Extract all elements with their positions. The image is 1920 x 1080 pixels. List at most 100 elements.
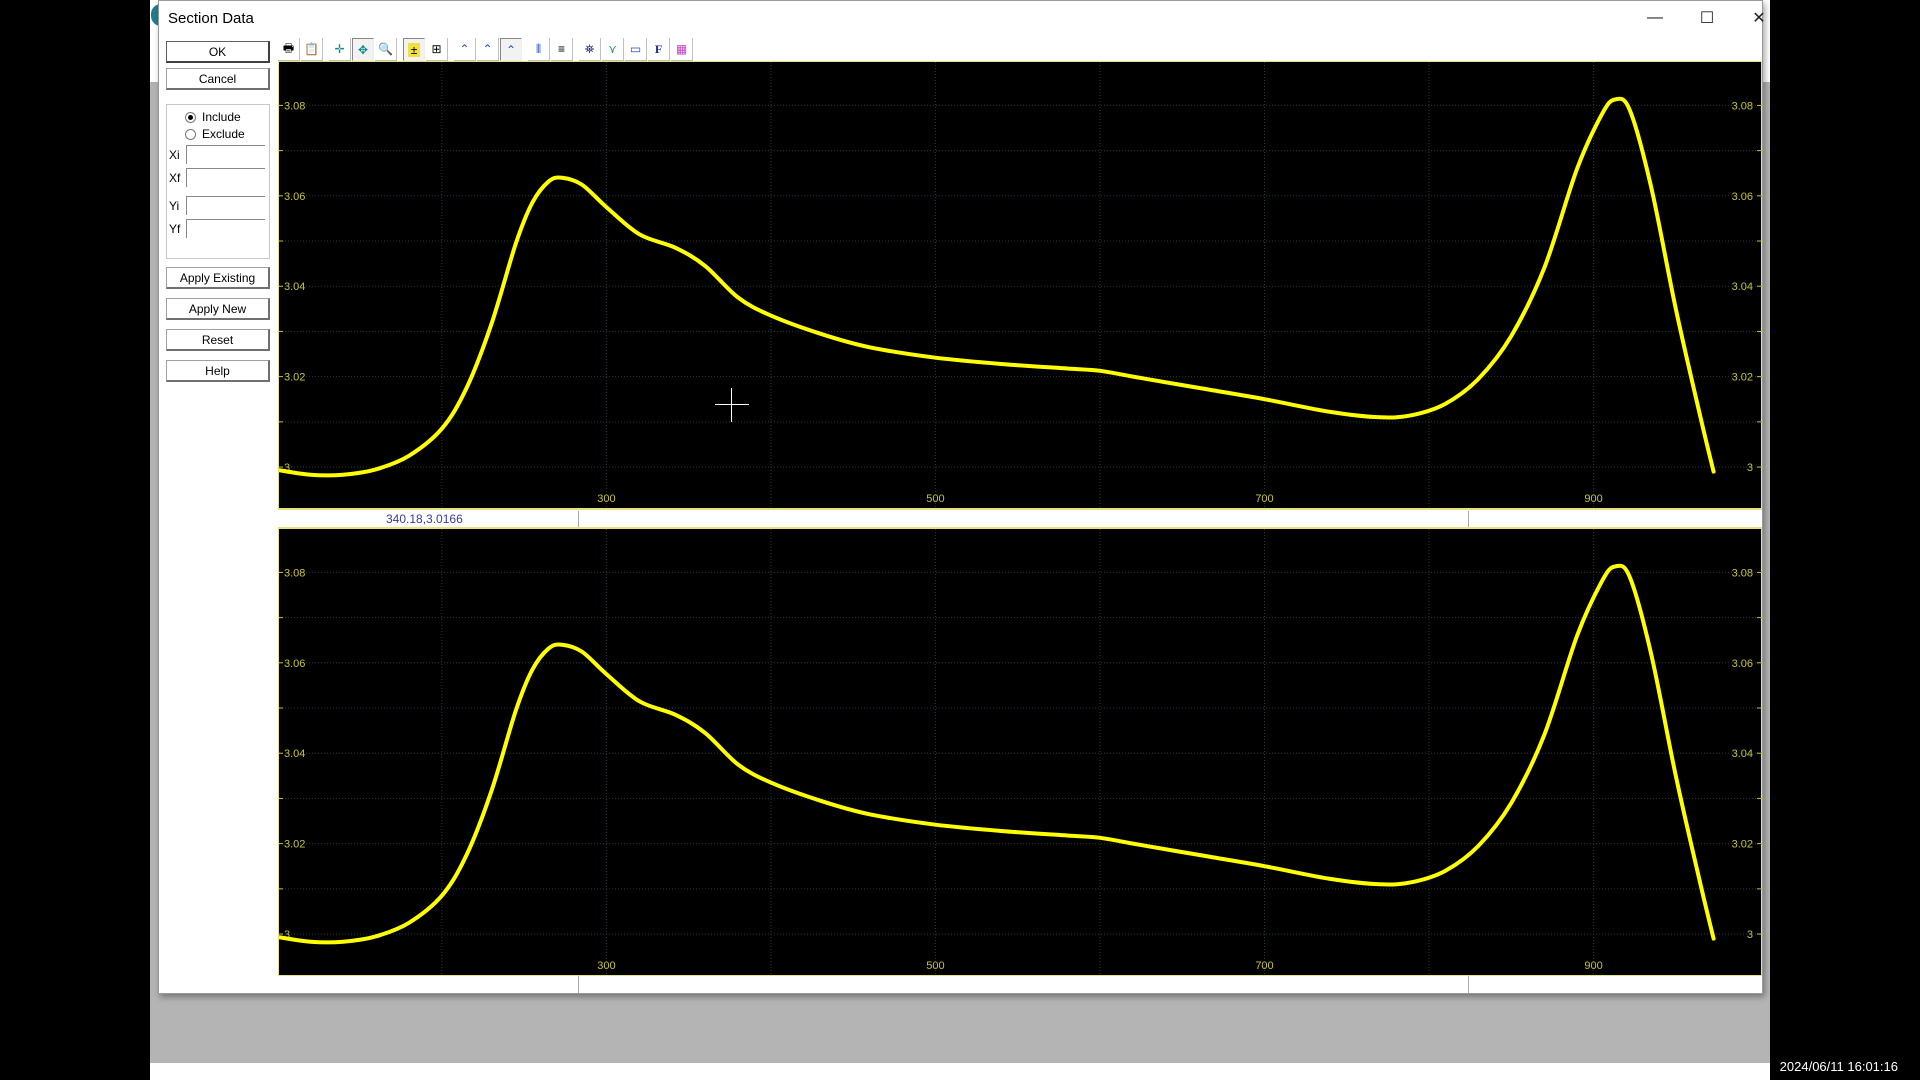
y-tick-label-right: 3.02 (1732, 372, 1753, 384)
clipboard-icon: 📋 (304, 42, 319, 56)
yi-label: Yi (169, 198, 180, 213)
yf-input[interactable] (186, 219, 265, 238)
pan-icon: ✥ (357, 42, 369, 57)
exclude-label: Exclude (202, 127, 245, 141)
x-tick-label: 700 (1255, 493, 1273, 505)
y-tick-label-right: 3 (1747, 462, 1753, 474)
y-tick-label-left: 3.08 (284, 100, 305, 112)
peak-2-button[interactable]: ⌃ (477, 38, 499, 61)
y-tick-label-right: 3.02 (1732, 839, 1753, 851)
zoom-button[interactable]: 🔍 (375, 38, 397, 61)
crosshair-cursor (715, 388, 749, 422)
display-button[interactable]: ▭ (625, 38, 647, 61)
vertical-lines-icon: ⦀ (535, 41, 542, 56)
status-separator (578, 511, 579, 527)
yi-input[interactable] (186, 196, 265, 215)
exclude-radio[interactable]: Exclude (185, 127, 245, 141)
apply-new-button[interactable]: Apply New (166, 298, 270, 320)
peak-icon: ⌃ (459, 42, 470, 56)
vertical-grid-button[interactable]: ⦀ (528, 38, 550, 61)
include-label: Include (202, 110, 241, 124)
xi-label: Xi (169, 147, 180, 162)
peak-1-button[interactable]: ⌃ (454, 38, 476, 61)
marker-box-icon: ⊞ (431, 42, 442, 56)
printer-icon: 🖶 (282, 40, 295, 55)
y-tick-label-left: 3.02 (284, 372, 305, 384)
y-tick-label-left: 3.04 (284, 281, 305, 293)
xf-field-row: Xf (169, 168, 265, 187)
display-icon: ▭ (629, 42, 642, 56)
xi-input[interactable] (186, 145, 265, 164)
xf-label: Xf (169, 170, 181, 185)
y-tick-label-right: 3.06 (1732, 658, 1753, 670)
cancel-button[interactable]: Cancel (166, 68, 270, 90)
yi-field-row: Yi (169, 196, 265, 215)
colors-button[interactable]: ▦ (671, 38, 693, 61)
xi-field-row: Xi (169, 145, 265, 164)
ok-button[interactable]: OK (166, 41, 270, 63)
maximize-icon: ☐ (1699, 10, 1715, 27)
color-palette-icon: ▦ (675, 42, 688, 56)
lower-plot[interactable]: 3 3 3.02 3.02 3.04 3.04 3.06 3.06 3.08 3.08 300 500… (278, 528, 1763, 977)
toolbar: 🖶 📋 ✛ ✥ 🔍 ± ⊞ ⌃ ⌃ ⌃ ⦀ ≡ ⛯ ⋎ ▭ F ▦ (278, 36, 694, 61)
yf-label: Yf (169, 221, 181, 236)
upper-plot[interactable]: 3 3 3.02 3.02 3.04 3.04 3.06 3.06 3.08 3.08 300 500… (278, 61, 1763, 510)
pan-cursor-button[interactable]: ✥ (352, 38, 374, 61)
reset-button[interactable]: Reset (166, 329, 270, 351)
find-button[interactable]: ⛯ (579, 38, 601, 61)
status-separator (1468, 511, 1469, 527)
horizontal-lines-icon: ≡ (557, 42, 565, 56)
minimize-button[interactable]: — (1629, 1, 1681, 35)
x-tick-label: 900 (1584, 493, 1602, 505)
marker-box-button[interactable]: ⊞ (426, 38, 448, 61)
x-tick-label: 300 (597, 960, 615, 972)
y-tick-label-left: 3.04 (284, 748, 305, 760)
y-tick-label-right: 3 (1747, 929, 1753, 941)
x-tick-label: 700 (1255, 960, 1273, 972)
lower-status-bar (278, 976, 1762, 993)
xf-input[interactable] (186, 168, 265, 187)
title-bar[interactable]: Section Data — ☐ ✕ (159, 1, 1766, 35)
help-button[interactable]: Help (166, 360, 270, 382)
tree-button[interactable]: ⋎ (602, 38, 624, 61)
exclude-radio-indicator[interactable] (185, 128, 196, 140)
data-trace (279, 96, 1716, 478)
background-app-footer (150, 1063, 1770, 1080)
marker-add-icon: ± (407, 42, 421, 57)
cursor-readout: 340.18,3.0166 (386, 512, 463, 526)
horizontal-grid-button[interactable]: ≡ (551, 38, 573, 61)
timestamp: 2024/06/11 16:01:16 (1779, 1059, 1898, 1074)
magnifier-icon: 🔍 (378, 42, 393, 56)
status-separator (1468, 976, 1469, 993)
y-tick-label-left: 3.06 (284, 658, 305, 670)
maximize-button[interactable]: ☐ (1681, 1, 1733, 35)
font-button[interactable]: F (648, 38, 670, 61)
marker-add-button[interactable]: ± (403, 38, 425, 61)
include-radio-indicator[interactable] (185, 111, 196, 123)
apply-existing-button[interactable]: Apply Existing (166, 267, 270, 289)
peak-icon: ⌃ (482, 42, 493, 56)
close-button[interactable]: ✕ (1733, 1, 1785, 35)
y-tick-label-right: 3.06 (1732, 191, 1753, 203)
clipboard-button[interactable]: 📋 (301, 38, 323, 61)
y-tick-label-left: 3.08 (284, 567, 305, 579)
screen-border-left (0, 0, 150, 1080)
range-groupbox: Include Exclude Xi Xf Yi Yf (166, 104, 270, 259)
print-button[interactable]: 🖶 (278, 38, 300, 61)
y-tick-label-left: 3.02 (284, 839, 305, 851)
y-tick-label-left: 3.06 (284, 191, 305, 203)
peak-icon: ⌃ (505, 42, 517, 57)
x-tick-label: 500 (926, 493, 944, 505)
x-tick-label: 300 (597, 493, 615, 505)
y-tick-label-right: 3.08 (1732, 100, 1753, 112)
binoculars-icon: ⛯ (584, 41, 595, 56)
close-icon: ✕ (1752, 10, 1766, 27)
yf-field-row: Yf (169, 219, 265, 238)
data-trace (279, 563, 1716, 945)
peak-3-button[interactable]: ⌃ (500, 38, 522, 61)
include-radio[interactable]: Include (185, 110, 241, 124)
minimize-icon: — (1647, 9, 1663, 26)
crosshair-cursor-button[interactable]: ✛ (329, 38, 351, 61)
status-bar: 340.18,3.0166 (278, 509, 1762, 528)
status-separator (578, 976, 579, 993)
